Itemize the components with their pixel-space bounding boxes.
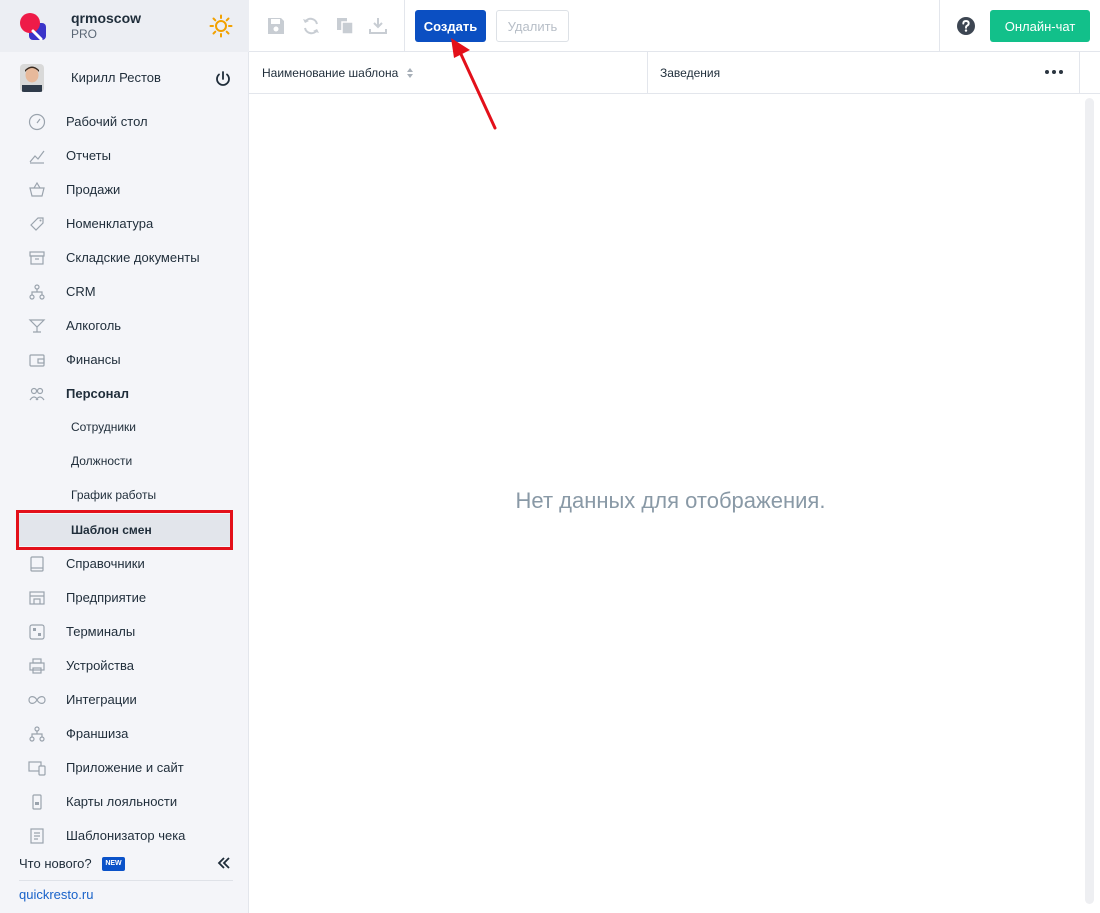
delete-button[interactable]: Удалить <box>496 10 569 42</box>
sidebar-subitem-label: Сотрудники <box>71 420 136 434</box>
divider <box>19 880 233 881</box>
user-panel: Кирилл Рестов <box>0 52 249 104</box>
empty-state-message: Нет данных для отображения. <box>515 488 826 513</box>
app: qrmoscow PRO Кирилл Рестов Рабочий стол … <box>0 0 1100 913</box>
sidebar-item-personnel[interactable]: Персонал <box>0 376 249 410</box>
power-icon[interactable] <box>214 70 232 88</box>
grid-header: Наименование шаблона Заведения <box>249 52 1100 94</box>
refresh-icon[interactable] <box>301 16 321 36</box>
tag-icon <box>30 217 44 231</box>
online-chat-button[interactable]: Онлайн-чат <box>990 10 1090 42</box>
sidebar-item-alcohol[interactable]: Алкоголь <box>0 308 249 342</box>
sidebar-item-label: Справочники <box>66 556 145 571</box>
sidebar-item-franchise[interactable]: Франшиза <box>0 716 249 750</box>
sun-icon[interactable] <box>209 14 233 38</box>
sidebar-item-warehouse-docs[interactable]: Складские документы <box>0 240 249 274</box>
reports-icon <box>29 150 45 164</box>
download-icon[interactable] <box>368 16 388 36</box>
sidebar-item-label: Складские документы <box>66 250 200 265</box>
dashboard-icon <box>28 113 46 131</box>
people-icon <box>29 387 45 401</box>
sidebar-item-label: Терминалы <box>66 624 136 639</box>
column-header-label: Заведения <box>660 66 721 80</box>
sidebar-subitem-label: Шаблон смен <box>71 523 152 537</box>
toolbar: Создать Удалить Онлайн-чат <box>249 0 1100 52</box>
column-header-label: Наименование шаблона <box>262 66 399 80</box>
hierarchy-icon <box>29 726 45 742</box>
sidebar-item-loyalty-cards[interactable]: Карты лояльности <box>0 784 249 818</box>
sidebar-item-terminals[interactable]: Терминалы <box>0 614 249 648</box>
sidebar-subitem-label: График работы <box>71 488 157 502</box>
sidebar-item-label: Франшиза <box>66 726 129 741</box>
create-button[interactable]: Создать <box>415 10 486 42</box>
sidebar-item-nomenclature[interactable]: Номенклатура <box>0 206 249 240</box>
sidebar-item-label: Интеграции <box>66 692 137 707</box>
sidebar-item-label: Предприятие <box>66 590 147 605</box>
devices-icon <box>28 761 46 776</box>
vertical-scrollbar[interactable] <box>1085 98 1094 904</box>
sidebar-item-label: Приложение и сайт <box>66 760 184 775</box>
toolbar-divider <box>939 0 940 52</box>
sidebar-subitem-schedule[interactable]: График работы <box>0 478 249 512</box>
receipt-icon <box>30 828 44 844</box>
sidebar-subitem-positions[interactable]: Должности <box>0 444 249 478</box>
site-link[interactable]: quickresto.ru <box>19 887 93 902</box>
book-icon <box>30 556 44 572</box>
whats-new-link[interactable]: Что нового? <box>19 856 92 871</box>
brand-header: qrmoscow PRO <box>0 0 249 52</box>
avatar[interactable] <box>20 64 44 92</box>
sidebar-item-label: Персонал <box>66 386 130 401</box>
infinity-icon <box>28 696 46 704</box>
sidebar-item-label: Рабочий стол <box>66 114 148 129</box>
archive-icon <box>29 251 45 265</box>
sidebar-item-app-site[interactable]: Приложение и сайт <box>0 750 249 784</box>
brand-plan: PRO <box>71 27 98 41</box>
sidebar-item-reports[interactable]: Отчеты <box>0 138 249 172</box>
sidebar-subitem-shift-templates[interactable]: Шаблон смен <box>18 514 230 546</box>
sidebar-item-label: Карты лояльности <box>66 794 178 809</box>
column-header-template-name[interactable]: Наименование шаблона <box>249 52 648 93</box>
user-name: Кирилл Рестов <box>71 70 161 85</box>
copy-icon[interactable] <box>335 16 355 36</box>
sidebar-item-directories[interactable]: Справочники <box>0 546 249 580</box>
sidebar-item-label: Алкоголь <box>66 318 122 333</box>
qr-icon <box>29 624 45 640</box>
sidebar-item-dashboard[interactable]: Рабочий стол <box>0 104 249 138</box>
sidebar-item-devices[interactable]: Устройства <box>0 648 249 682</box>
column-header-venues[interactable]: Заведения <box>648 52 1080 93</box>
sidebar-item-label: Продажи <box>66 182 121 197</box>
hierarchy-icon <box>29 284 45 300</box>
sidebar-footer: Что нового? NEW quickresto.ru <box>0 846 249 913</box>
more-options-icon[interactable] <box>1043 64 1065 80</box>
grid-body: Нет данных для отображения. <box>249 94 1100 913</box>
cocktail-icon <box>28 319 46 333</box>
sidebar-subitem-employees[interactable]: Сотрудники <box>0 410 249 444</box>
sidebar-item-label: CRM <box>66 284 96 299</box>
sidebar-item-crm[interactable]: CRM <box>0 274 249 308</box>
printer-icon <box>29 658 45 674</box>
sidebar-item-label: Номенклатура <box>66 216 154 231</box>
collapse-sidebar-icon[interactable] <box>216 855 232 871</box>
brand-name: qrmoscow <box>71 10 142 26</box>
store-icon <box>29 591 45 605</box>
sidebar-item-sales[interactable]: Продажи <box>0 172 249 206</box>
sidebar-item-integrations[interactable]: Интеграции <box>0 682 249 716</box>
wallet-icon <box>29 354 45 367</box>
sidebar-item-enterprise[interactable]: Предприятие <box>0 580 249 614</box>
new-badge: NEW <box>102 857 125 871</box>
help-icon[interactable] <box>956 16 976 36</box>
sidebar-item-label: Устройства <box>66 658 135 673</box>
save-icon[interactable] <box>266 16 286 36</box>
card-icon <box>32 794 42 810</box>
quickresto-logo-icon <box>20 13 46 41</box>
toolbar-divider <box>404 0 405 52</box>
sidebar-item-label: Шаблонизатор чека <box>66 828 186 843</box>
sidebar-item-label: Финансы <box>66 352 121 367</box>
basket-icon <box>29 181 45 197</box>
sidebar-subitem-label: Должности <box>71 454 133 468</box>
sidebar: qrmoscow PRO Кирилл Рестов Рабочий стол … <box>0 0 249 913</box>
sidebar-item-finance[interactable]: Финансы <box>0 342 249 376</box>
sidebar-item-label: Отчеты <box>66 148 111 163</box>
sort-icon[interactable] <box>406 67 414 79</box>
